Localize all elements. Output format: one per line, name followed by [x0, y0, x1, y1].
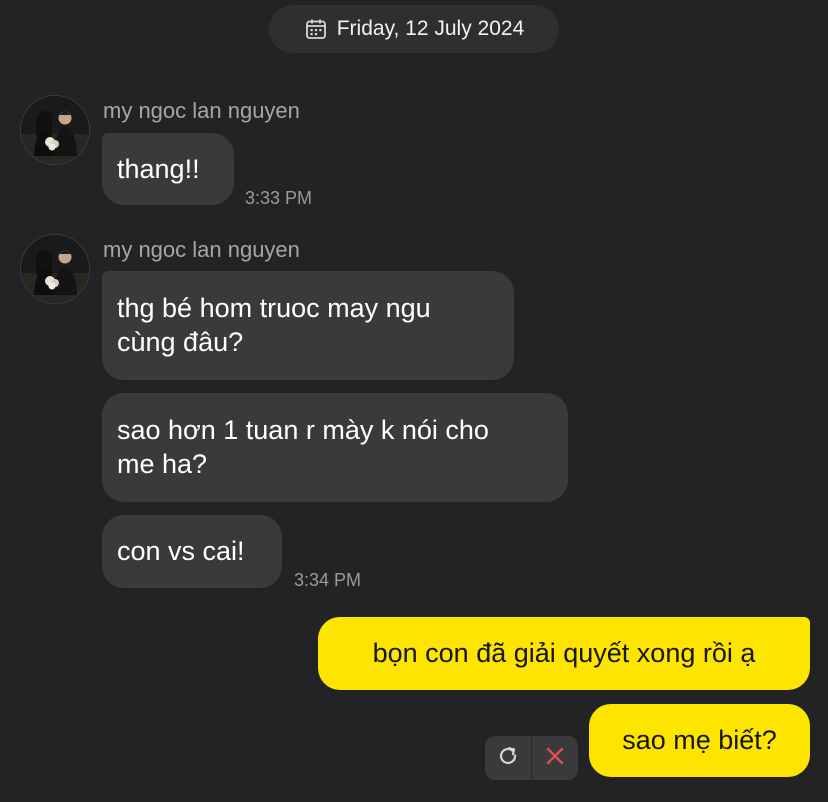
outgoing-message[interactable]: bọn con đã giải quyết xong rồi ạ — [318, 617, 810, 690]
sender-name: my ngoc lan nguyen — [103, 98, 300, 123]
incoming-message[interactable]: con vs cai! — [102, 515, 282, 588]
calendar-icon — [304, 17, 328, 41]
message-text: sao mẹ biết? — [622, 725, 777, 755]
date-header: Friday, 12 July 2024 — [269, 5, 559, 53]
sender-name: my ngoc lan nguyen — [103, 237, 300, 262]
message-timestamp: 3:33 PM — [245, 188, 313, 208]
retry-icon — [496, 744, 520, 773]
close-icon — [544, 745, 566, 772]
message-line: sao hơn 1 tuan r mày k nói cho — [117, 415, 489, 445]
message-line: me ha? — [117, 449, 208, 479]
message-timestamp: 3:34 PM — [294, 570, 362, 590]
message-line: cùng đâu? — [117, 327, 244, 357]
message-text: con vs cai! — [117, 536, 245, 566]
incoming-message[interactable]: sao hơn 1 tuan r mày k nói cho me ha? — [102, 393, 568, 502]
incoming-message[interactable]: thg bé hom truoc may ngu cùng đâu? — [102, 271, 514, 380]
date-text: Friday, 12 July 2024 — [336, 17, 525, 40]
avatar[interactable] — [20, 95, 90, 165]
failed-send-actions — [485, 736, 578, 780]
avatar[interactable] — [20, 234, 90, 304]
outgoing-message[interactable]: sao mẹ biết? — [589, 704, 810, 777]
incoming-message[interactable]: thang!! — [102, 133, 234, 205]
delete-button[interactable] — [532, 736, 578, 780]
message-line: thg bé hom truoc may ngu — [117, 293, 431, 323]
message-text: thang!! — [117, 154, 200, 184]
retry-button[interactable] — [485, 736, 531, 780]
message-text: bọn con đã giải quyết xong rồi ạ — [372, 638, 756, 668]
